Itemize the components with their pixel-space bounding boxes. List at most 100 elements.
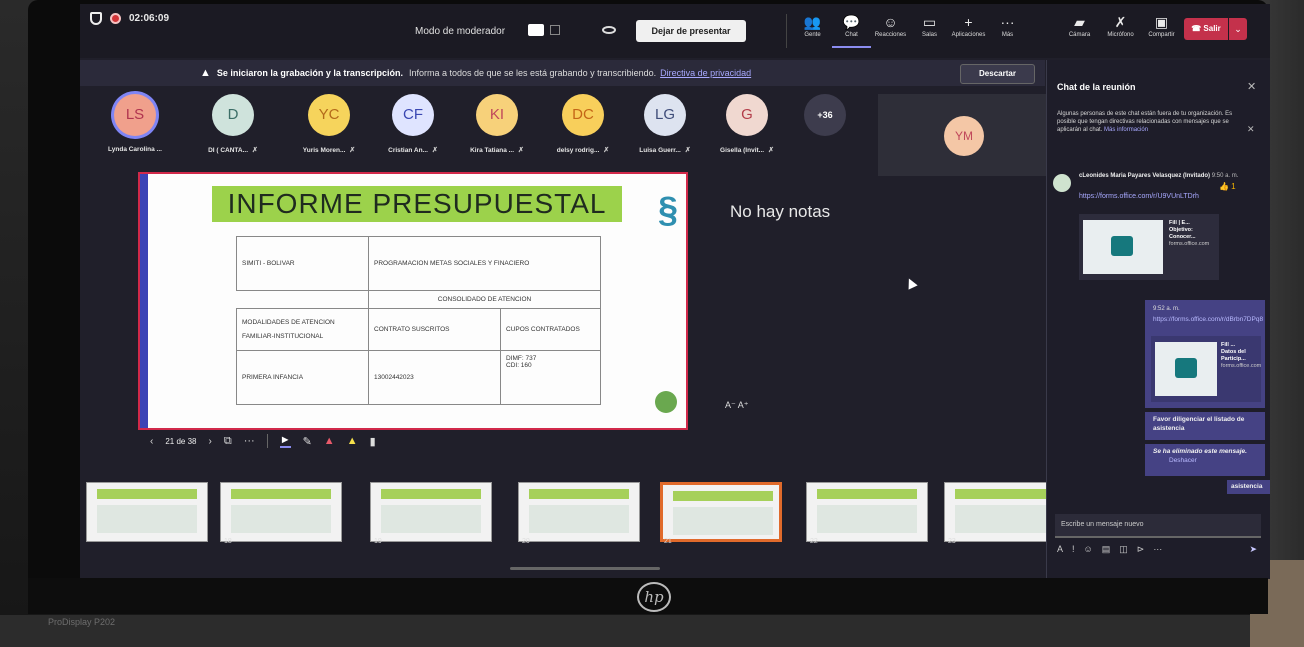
participant-tile[interactable]: DC delsy rodrig... ✗ xyxy=(538,94,628,154)
pen-icon[interactable]: ✎ xyxy=(303,435,312,448)
more-info-link[interactable]: Más información xyxy=(1104,127,1148,133)
participant-tile[interactable]: LS Lynda Carolina ... xyxy=(90,94,180,153)
chat-panel: Chat de la reunión ✕ Algunas personas de… xyxy=(1047,60,1270,579)
eraser-icon[interactable]: ▮ xyxy=(370,435,376,448)
next-slide-icon[interactable]: › xyxy=(208,436,211,447)
table-cell: PRIMERA INFANCIA xyxy=(236,350,369,405)
avatar: YM xyxy=(944,116,984,156)
monitor-model-label: ProDisplay P202 xyxy=(48,617,116,627)
thumb-content xyxy=(817,505,917,533)
toolbar-more-button[interactable]: ··· Más xyxy=(988,14,1027,48)
emoji-icon[interactable]: ☺ xyxy=(1084,544,1093,555)
share-icon: ▣ xyxy=(1154,14,1169,30)
toolbar-share-button[interactable]: ▣ Compartir xyxy=(1142,14,1181,38)
preview-desc: Datos del Particip... xyxy=(1221,349,1246,362)
thumb-content xyxy=(381,505,481,533)
chat-title: Chat de la reunión xyxy=(1057,82,1136,92)
message-link[interactable]: https://forms.office.com/r/U9VUnLTDrh xyxy=(1079,192,1219,201)
toolbar-mic-off-button[interactable]: ✗ Micrófono xyxy=(1101,14,1140,38)
toolbar-apps-button[interactable]: + Aplicaciones xyxy=(949,14,988,48)
preview-domain: forms.office.com xyxy=(1169,241,1210,247)
more-icon[interactable]: ··· xyxy=(1153,544,1162,555)
message-link[interactable]: https://forms.office.com/r/dBrbn7DPq8 xyxy=(1153,316,1263,324)
avatar: LS xyxy=(114,94,156,136)
table-cell: CONTRATO SUSCRITOS xyxy=(368,308,501,351)
participant-tile[interactable]: CF Cristian An... ✗ xyxy=(368,94,458,154)
loop-icon[interactable]: ⊳ xyxy=(1137,544,1145,555)
slide-thumbnail[interactable] xyxy=(518,482,640,542)
undo-link[interactable]: Deshacer xyxy=(1169,456,1257,465)
close-icon[interactable]: ✕ xyxy=(1247,124,1255,135)
mic-off-icon: ✗ xyxy=(768,147,774,154)
thumb-title-band xyxy=(97,489,197,499)
link-preview-card[interactable]: Fill ... Datos del Particip... forms.off… xyxy=(1151,336,1261,402)
participant-tile[interactable]: KI Kira Tatiana ... ✗ xyxy=(452,94,542,154)
gif-icon[interactable]: ▤ xyxy=(1102,544,1111,555)
toolbar-reactions-button[interactable]: ☺ Reacciones xyxy=(871,14,910,48)
chat-message-own: asistencia xyxy=(1227,480,1270,494)
participant-name: Cristian An... xyxy=(388,147,428,154)
privacy-policy-link[interactable]: Directiva de privacidad xyxy=(660,68,751,78)
notes-font-size[interactable]: A⁻ A⁺ xyxy=(725,400,749,411)
toolbar-label: Más xyxy=(1001,32,1014,38)
slide-thumbnail[interactable] xyxy=(370,482,492,542)
link-preview-card[interactable]: Fill | E... Objetivo: Conocer... forms.o… xyxy=(1079,214,1219,280)
standard-view-icon[interactable] xyxy=(550,25,560,35)
table-cell: MODALIDADES DE ATENCION FAMILIAR-INSTITU… xyxy=(236,308,369,351)
thumb-content xyxy=(97,505,197,533)
previous-slide-icon[interactable]: ‹ xyxy=(150,436,153,447)
participant-name-row: DI ( CANTA... ✗ xyxy=(188,146,278,154)
highlighter-icon[interactable]: ▲ xyxy=(347,435,358,447)
toolbar-camera-off-button[interactable]: ▰ Cámara xyxy=(1060,14,1099,38)
stop-presenting-button[interactable]: Dejar de presentar xyxy=(636,20,746,42)
chat-message-own: 9:52 a. m. https://forms.office.com/r/dB… xyxy=(1145,300,1265,408)
more-participants-button[interactable]: +36 xyxy=(780,94,870,136)
scrollbar[interactable] xyxy=(510,567,660,570)
mic-off-icon: ✗ xyxy=(1114,14,1127,30)
participant-tile[interactable]: LG Luisa Guerr... ✗ xyxy=(620,94,710,154)
eye-icon[interactable] xyxy=(602,26,616,34)
more-icon[interactable]: ··· xyxy=(244,435,255,447)
avatar: G xyxy=(726,94,768,136)
moderator-view-icon[interactable] xyxy=(528,24,544,36)
thumb-title-band xyxy=(673,491,773,501)
apps-icon: + xyxy=(964,14,973,30)
participant-name-row: Lynda Carolina ... xyxy=(90,146,180,153)
chevron-down-icon[interactable]: ⌄ xyxy=(1229,18,1247,40)
table-cell: DIMF: 737 CDI: 160 xyxy=(500,350,601,405)
participant-tile[interactable]: D DI ( CANTA... ✗ xyxy=(188,94,278,154)
thumb-title-band xyxy=(817,489,917,499)
slide-thumbnail[interactable] xyxy=(220,482,342,542)
slide-thumbnail[interactable] xyxy=(660,482,782,542)
priority-icon[interactable]: ! xyxy=(1072,544,1075,555)
video-tile[interactable]: YM xyxy=(878,94,1048,176)
toolbar-rooms-button[interactable]: ▭ Salas xyxy=(910,14,949,48)
participant-tile[interactable]: YC Yuris Moren... ✗ xyxy=(284,94,374,154)
compose-toolbar: A ! ☺ ▤ ◫ ⊳ ··· ➤ xyxy=(1057,544,1263,555)
format-icon[interactable]: A xyxy=(1057,544,1063,555)
monitor: 02:06:09 Modo de moderador Dejar de pres… xyxy=(28,0,1270,612)
grid-view-icon[interactable]: ⧉ xyxy=(224,435,232,448)
leave-button[interactable]: ☎ Salir xyxy=(1184,18,1228,40)
close-icon[interactable]: ✕ xyxy=(1247,80,1256,93)
message-input[interactable]: Escribe un mensaje nuevo xyxy=(1055,514,1261,538)
participant-name: Gisella (Invit... xyxy=(720,147,765,154)
mic-off-icon: ✗ xyxy=(518,147,524,154)
participant-name-row: Cristian An... ✗ xyxy=(368,146,458,154)
dismiss-button[interactable]: Descartar xyxy=(960,64,1035,84)
avatar: DC xyxy=(562,94,604,136)
participant-tile[interactable]: G Gisella (Invit... ✗ xyxy=(702,94,792,154)
reaction-badge[interactable]: 👍 1 xyxy=(1219,182,1236,191)
hp-logo: hp xyxy=(637,582,671,612)
slide-number: 21 xyxy=(664,538,672,545)
marker-icon[interactable]: ▲ xyxy=(324,435,335,447)
toolbar-people-button[interactable]: 👥 Gente xyxy=(793,14,832,48)
send-icon[interactable]: ➤ xyxy=(1249,544,1257,555)
pointer-icon[interactable]: ► xyxy=(279,434,291,448)
slide-thumbnail[interactable] xyxy=(86,482,208,542)
sticker-icon[interactable]: ◫ xyxy=(1119,544,1128,555)
table-cell: CUPOS CONTRATADOS xyxy=(500,308,601,351)
avatar xyxy=(1053,174,1071,192)
toolbar-chat-button[interactable]: 💬 Chat xyxy=(832,14,871,48)
slide-thumbnail[interactable] xyxy=(806,482,928,542)
